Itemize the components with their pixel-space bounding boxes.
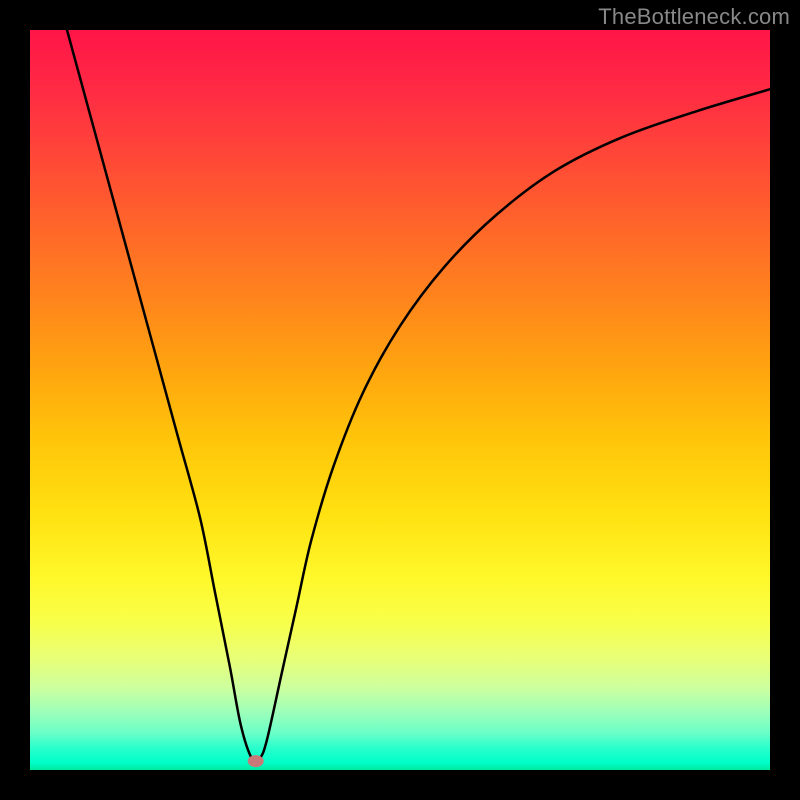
- optimum-marker-dot: [248, 755, 264, 767]
- bottleneck-curve: [67, 30, 770, 762]
- watermark-text: TheBottleneck.com: [598, 4, 790, 30]
- chart-plot-area: [30, 30, 770, 770]
- chart-curve-svg: [30, 30, 770, 770]
